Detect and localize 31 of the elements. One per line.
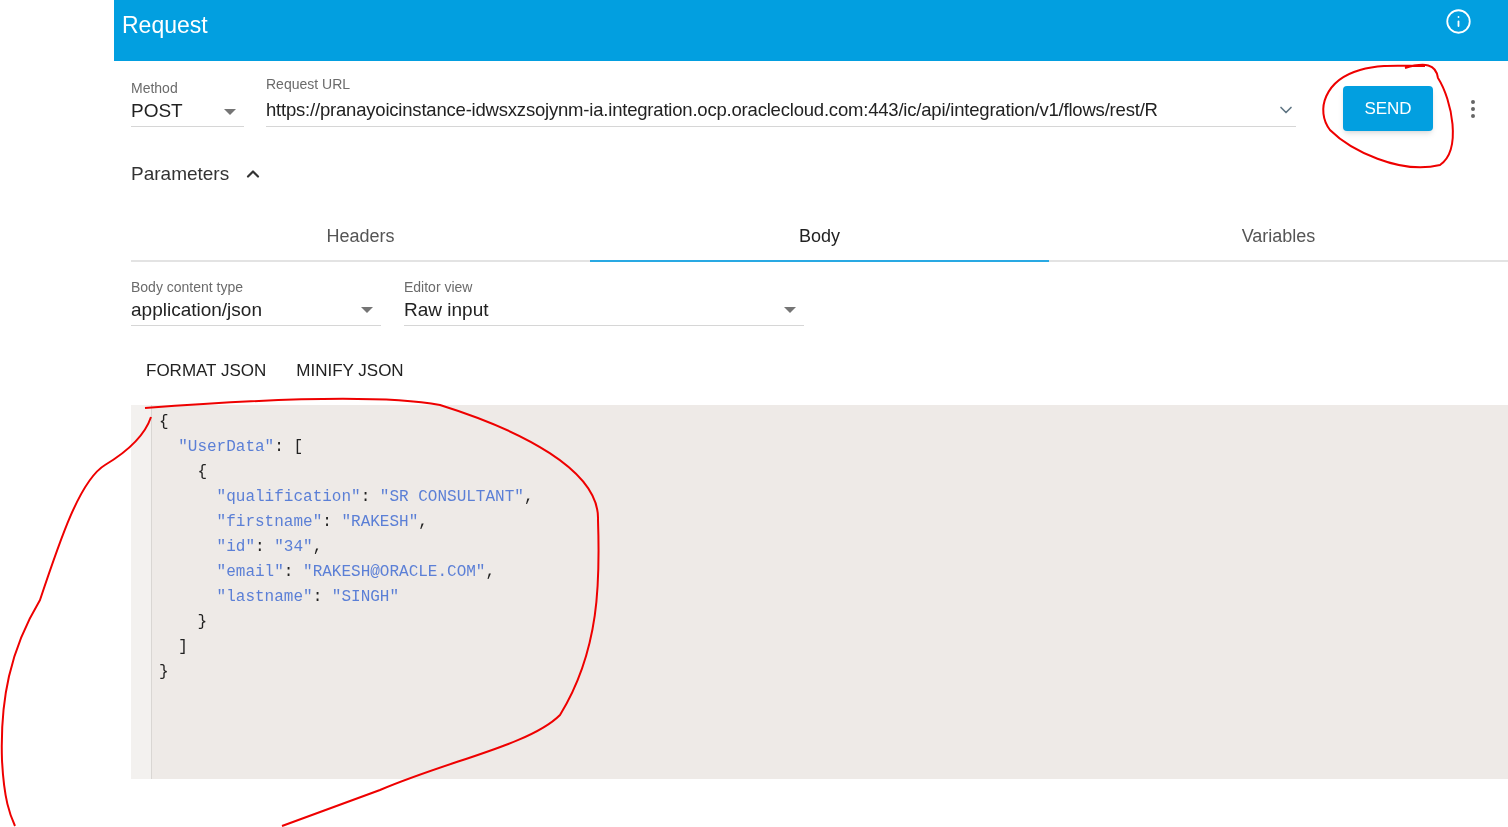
- code-line: "qualification": "SR CONSULTANT",: [215, 487, 534, 508]
- tab[interactable]: Variables: [1049, 212, 1508, 260]
- tab[interactable]: Body: [590, 212, 1049, 262]
- code-line: {: [196, 462, 207, 483]
- field-label: Editor view: [404, 277, 474, 296]
- header-title: Request: [122, 11, 208, 40]
- field-label: Body content type: [131, 277, 245, 296]
- code-line: "email": "RAKESH@ORACLE.COM",: [215, 562, 496, 583]
- dropdown-caret-icon: [784, 307, 796, 313]
- url-field[interactable]: https://pranayoicinstance-idwsxzsojynm-ia.integration.ocp.oraclecloud.com:443/ic/api/integration/v1/flows/rest/R: [266, 93, 1296, 127]
- field-label: Method: [131, 79, 179, 97]
- code-line: ]: [177, 637, 188, 658]
- action-button[interactable]: FORMAT JSON: [146, 357, 267, 383]
- dropdown-field[interactable]: Raw input: [404, 295, 804, 326]
- code-line: }: [159, 662, 169, 683]
- info-icon[interactable]: [1445, 8, 1472, 35]
- dropdown-field[interactable]: application/json: [131, 295, 381, 326]
- code-line: "firstname": "RAKESH",: [215, 512, 428, 533]
- dropdown-caret-icon: [361, 307, 373, 313]
- field-label: Request URL: [266, 75, 352, 93]
- tab[interactable]: Headers: [131, 212, 590, 260]
- dropdown-caret-icon: [224, 108, 236, 115]
- code-line: "id": "34",: [215, 537, 323, 558]
- parameters-toggle[interactable]: Parameters: [131, 160, 264, 189]
- code-line: {: [159, 412, 169, 433]
- code-line: }: [196, 612, 207, 633]
- dropdown-field[interactable]: POST: [131, 97, 244, 127]
- action-button[interactable]: MINIFY JSON: [296, 357, 404, 383]
- code-line: "UserData": [: [177, 437, 304, 458]
- code-line: "lastname": "SINGH": [215, 587, 400, 608]
- code-editor[interactable]: { "UserData": [ { "qualification": "SR CONSULTANT", "firstname": "RAKESH", "id": "34", "email": "RAKESH@ORACLE.COM", "lastname": "SINGH" } ] }: [131, 405, 1508, 779]
